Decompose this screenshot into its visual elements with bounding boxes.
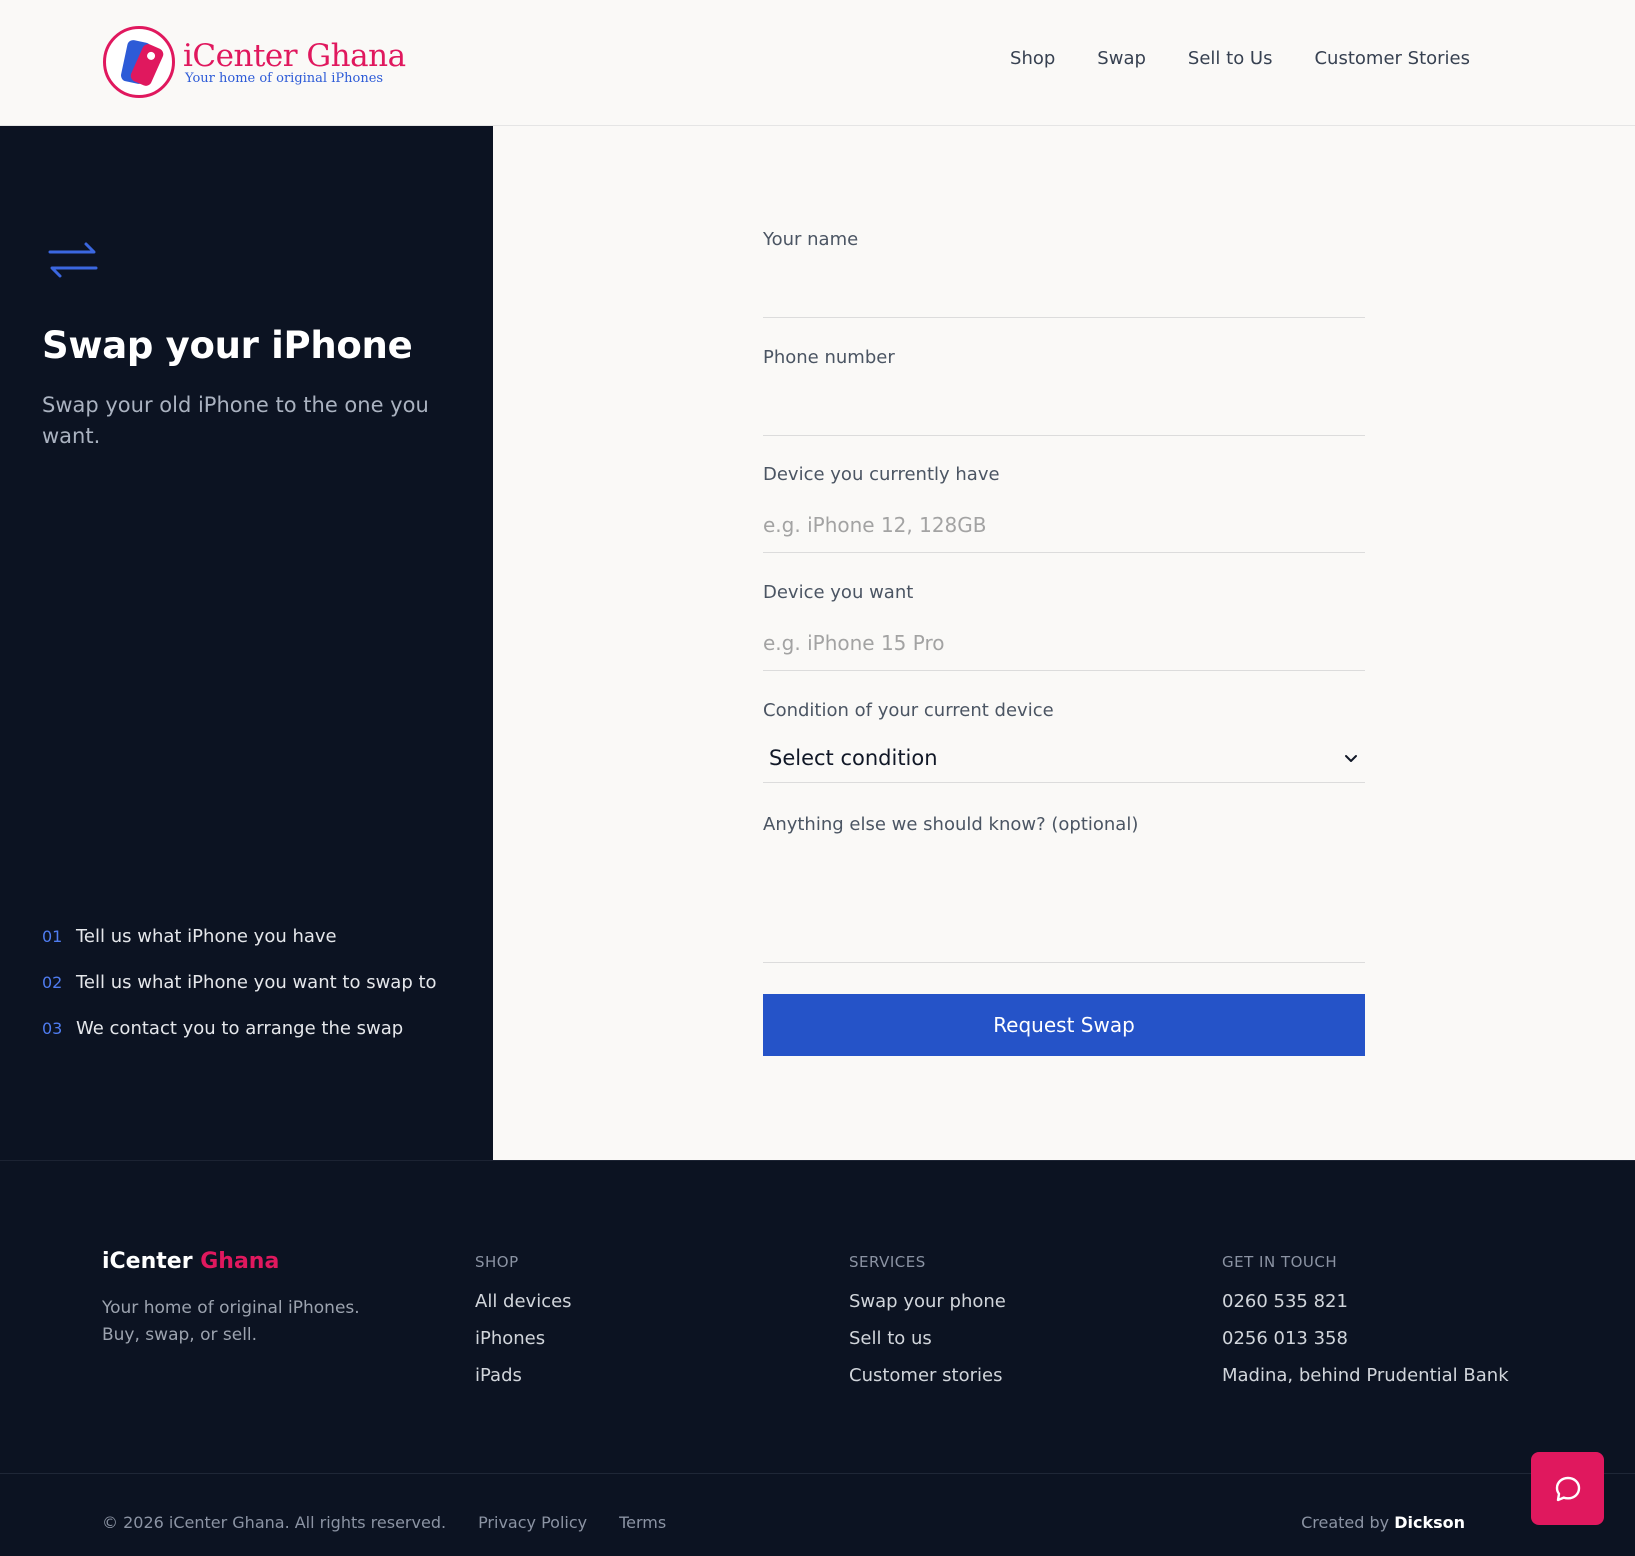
footer-bottom-bar: © 2026 iCenter Ghana. All rights reserve… [102,1513,666,1532]
phone-label: Phone number [763,347,895,368]
privacy-policy-link[interactable]: Privacy Policy [478,1513,587,1532]
notes-label: Anything else we should know? (optional) [763,814,1139,835]
name-label: Your name [763,229,859,250]
site-header: iCenter Ghana Your home of original iPho… [0,0,1635,126]
nav-shop[interactable]: Shop [1010,48,1055,69]
current-device-field: Device you currently have [763,464,1365,553]
logo-phone-icon [103,26,175,98]
footer-phone-1[interactable]: 0260 535 821 [1222,1291,1509,1312]
footer-link-customer-stories[interactable]: Customer stories [849,1365,1006,1386]
swap-info-panel: Swap your iPhone Swap your old iPhone to… [0,126,493,1160]
step-text: Tell us what iPhone you have [76,926,337,947]
footer-phone-2[interactable]: 0256 013 358 [1222,1328,1509,1349]
main-nav: Shop Swap Sell to Us Customer Stories [1010,48,1470,69]
credit-name[interactable]: Dickson [1394,1513,1465,1532]
footer-divider [0,1473,1635,1474]
step-number: 01 [42,927,63,946]
nav-customer-stories[interactable]: Customer Stories [1314,48,1470,69]
credit-text: Created by Dickson [1301,1513,1465,1532]
step-number: 03 [42,1019,63,1038]
step-text: Tell us what iPhone you want to swap to [76,972,437,993]
footer-description: Your home of original iPhones. Buy, swap… [102,1298,360,1345]
footer-contact-title: GET IN TOUCH [1222,1253,1338,1271]
footer-services-title: SERVICES [849,1253,926,1271]
footer-shop-column: SHOP All devices iPhones iPads [475,1253,572,1402]
footer-address: Madina, behind Prudential Bank [1222,1365,1509,1386]
copyright-text: © 2026 iCenter Ghana. All rights reserve… [102,1513,447,1532]
name-field: Your name [763,229,1365,318]
phone-field: Phone number [763,347,1365,436]
footer-brand-main: iCenter [102,1249,193,1274]
step-item: 02 Tell us what iPhone you want to swap … [42,972,437,993]
nav-swap[interactable]: Swap [1097,48,1146,69]
credit-prefix: Created by [1301,1513,1390,1532]
wanted-device-input[interactable] [763,626,1365,660]
footer-services-column: SERVICES Swap your phone Sell to us Cust… [849,1253,1006,1402]
step-text: We contact you to arrange the swap [76,1018,404,1039]
page-title: Swap your iPhone [42,324,413,367]
footer-contact-column: GET IN TOUCH 0260 535 821 0256 013 358 M… [1222,1253,1509,1402]
name-input[interactable] [763,273,1365,307]
condition-select[interactable]: Select condition [763,738,1365,778]
wanted-device-field: Device you want [763,582,1365,671]
site-footer: iCenter Ghana Your home of original iPho… [0,1160,1635,1556]
step-number: 02 [42,973,63,992]
step-item: 03 We contact you to arrange the swap [42,1018,437,1039]
footer-brand: iCenter Ghana [102,1249,279,1274]
wanted-device-label: Device you want [763,582,914,603]
phone-input[interactable] [763,391,1365,425]
condition-label: Condition of your current device [763,700,1054,721]
condition-field: Condition of your current device Select … [763,700,1365,783]
footer-shop-title: SHOP [475,1253,519,1271]
terms-link[interactable]: Terms [619,1513,666,1532]
footer-brand-accent: Ghana [200,1249,280,1274]
condition-selected-value: Select condition [769,746,938,770]
footer-link-iphones[interactable]: iPhones [475,1328,572,1349]
footer-link-ipads[interactable]: iPads [475,1365,572,1386]
logo-tagline: Your home of original iPhones [185,70,384,86]
logo-title: iCenter Ghana [183,37,406,74]
step-item: 01 Tell us what iPhone you have [42,926,437,947]
steps-list: 01 Tell us what iPhone you have 02 Tell … [42,926,437,1064]
chevron-down-icon [1345,755,1357,762]
notes-field: Anything else we should know? (optional) [763,814,1365,963]
chat-bubble-icon [1555,1476,1580,1501]
page-subtitle: Swap your old iPhone to the one you want… [42,393,429,448]
current-device-label: Device you currently have [763,464,1000,485]
logo[interactable]: iCenter Ghana Your home of original iPho… [103,26,406,98]
nav-sell-to-us[interactable]: Sell to Us [1188,48,1273,69]
swap-arrows-icon [48,242,98,278]
notes-textarea[interactable] [763,856,1365,956]
footer-link-sell-to-us[interactable]: Sell to us [849,1328,1006,1349]
chat-button[interactable] [1531,1452,1604,1525]
current-device-input[interactable] [763,508,1365,542]
footer-link-swap-phone[interactable]: Swap your phone [849,1291,1006,1312]
request-swap-button[interactable]: Request Swap [763,994,1365,1056]
footer-link-all-devices[interactable]: All devices [475,1291,572,1312]
